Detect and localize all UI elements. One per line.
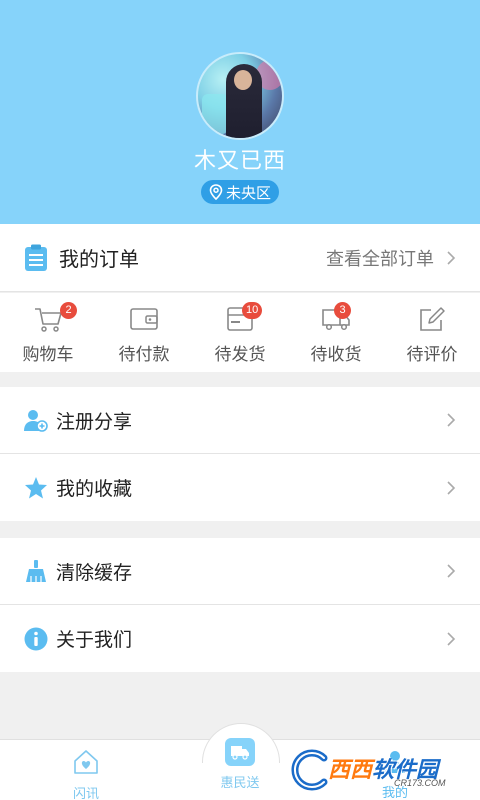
clear-cache-row[interactable]: 清除缓存 (0, 538, 480, 605)
watermark-url: CR173.COM (394, 778, 446, 788)
location-label: 未央区 (225, 184, 271, 202)
tab-news[interactable]: 闪讯 (36, 748, 136, 800)
username: 木又已西 (193, 148, 286, 173)
order-status-row: 2 购物车 待付款 10 待发货 3 待收货 待评价 (0, 293, 480, 372)
chevron-right-icon (447, 480, 456, 495)
register-share-row[interactable]: 注册分享 (0, 387, 480, 454)
my-favorites-row[interactable]: 我的收藏 (0, 454, 480, 521)
tab-label: 闪讯 (72, 786, 99, 800)
order-item-label: 待收货 (310, 345, 362, 364)
menu-group-1: 注册分享 我的收藏 (0, 387, 480, 521)
cart-badge: 2 (60, 302, 77, 319)
order-item-label: 购物车 (22, 345, 74, 364)
menu-label: 我的收藏 (56, 479, 133, 500)
wallet-icon (130, 308, 158, 330)
about-us-row[interactable]: 关于我们 (0, 605, 480, 672)
tab-delivery[interactable]: 惠民送 (210, 738, 270, 791)
location-pin-icon (209, 184, 223, 200)
order-item-cart[interactable]: 2 购物车 (0, 293, 96, 372)
pending-receipt-badge: 3 (334, 302, 351, 319)
order-item-pending-payment[interactable]: 待付款 (96, 293, 192, 372)
home-heart-icon (74, 750, 98, 774)
cart-icon (35, 308, 62, 332)
menu-label: 注册分享 (56, 411, 133, 433)
star-icon (25, 476, 47, 498)
pending-shipment-badge: 10 (242, 302, 263, 319)
broom-icon (26, 560, 46, 582)
order-item-label: 待发货 (214, 345, 266, 364)
view-all-orders-link[interactable]: 查看全部订单 (326, 245, 434, 271)
chevron-right-icon (447, 564, 456, 578)
edit-icon (420, 307, 445, 331)
avatar[interactable] (196, 52, 284, 140)
profile-header: 木又已西 未央区 (0, 0, 480, 224)
delivery-truck-icon (225, 738, 255, 766)
menu-label: 关于我们 (56, 630, 133, 651)
watermark: 西西软件园 CR173.COM (288, 748, 478, 794)
chevron-right-icon (447, 413, 456, 427)
order-item-pending-shipment[interactable]: 10 待发货 (192, 293, 288, 372)
tab-label: 惠民送 (220, 775, 260, 790)
order-item-pending-receipt[interactable]: 3 待收货 (288, 293, 384, 372)
menu-label: 清除缓存 (56, 562, 133, 584)
my-orders-row[interactable]: 我的订单 查看全部订单 (0, 224, 480, 292)
location-badge[interactable]: 未央区 (201, 180, 279, 204)
chevron-right-icon (447, 250, 456, 265)
order-item-label: 待评价 (406, 345, 458, 364)
menu-group-2: 清除缓存 关于我们 (0, 538, 480, 672)
info-icon (24, 627, 48, 650)
chevron-right-icon (447, 631, 456, 646)
watermark-logo-icon (291, 749, 328, 791)
order-item-pending-review[interactable]: 待评价 (384, 293, 480, 372)
order-item-label: 待付款 (118, 345, 170, 364)
my-orders-title: 我的订单 (59, 249, 139, 271)
clipboard-icon (25, 244, 47, 271)
add-user-icon (24, 410, 48, 432)
